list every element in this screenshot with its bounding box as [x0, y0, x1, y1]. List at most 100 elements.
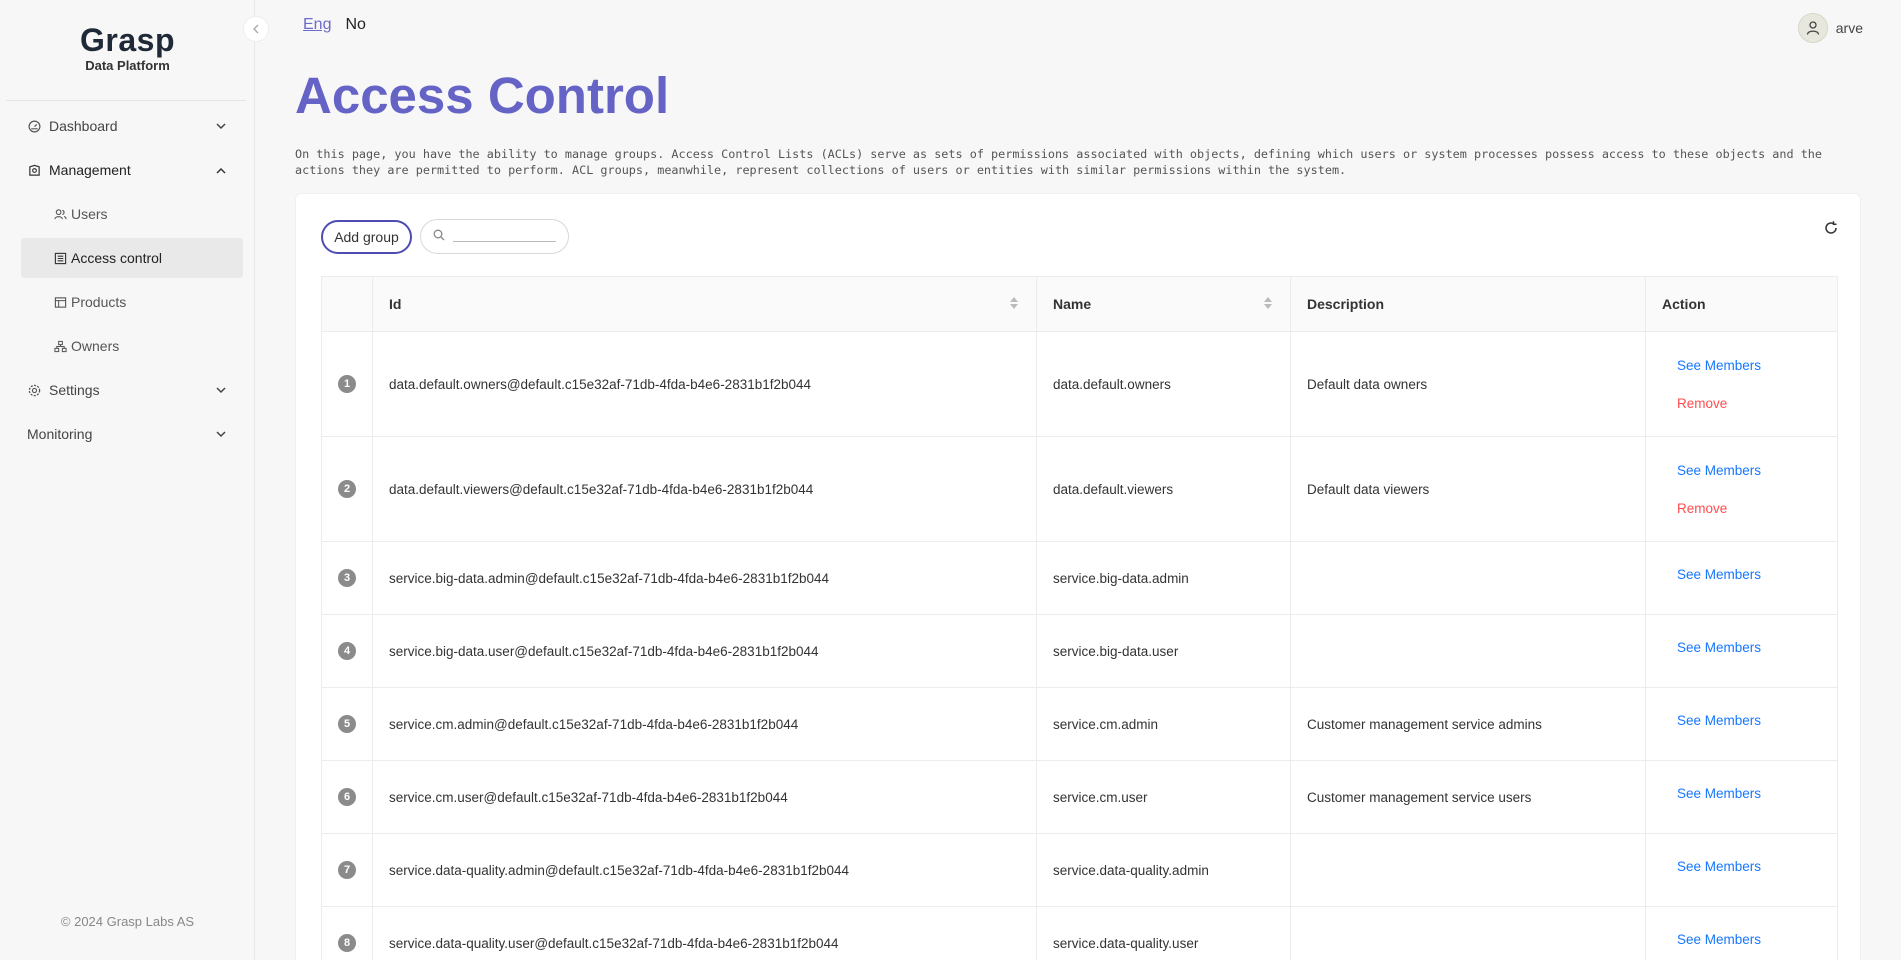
cell-description: [1290, 833, 1646, 907]
search-field[interactable]: [420, 219, 569, 254]
access-control-icon: [54, 252, 67, 265]
avatar: [1797, 13, 1828, 43]
cell-id: service.data-quality.user@default.c15e32…: [372, 906, 1037, 960]
cell-action: See Members: [1645, 906, 1838, 960]
cell-id: service.big-data.admin@default.c15e32af-…: [372, 541, 1037, 615]
sidebar-item-access-control[interactable]: Access control: [21, 238, 243, 278]
sidebar-item-users[interactable]: Users: [0, 192, 255, 236]
row-number-badge: 8: [338, 934, 356, 952]
row-index: 2: [321, 436, 373, 542]
see-members-link[interactable]: See Members: [1677, 859, 1837, 874]
cell-name: service.big-data.admin: [1036, 541, 1291, 615]
user-icon: [1806, 21, 1819, 35]
sidebar-nav: Dashboard Management Users Access contro…: [0, 104, 255, 456]
table-row: 5 service.cm.admin@default.c15e32af-71db…: [321, 687, 1838, 761]
cell-description: Default data viewers: [1290, 436, 1646, 542]
sidebar-item-management[interactable]: Management: [0, 148, 255, 192]
search-input[interactable]: [453, 241, 556, 242]
row-number-badge: 6: [338, 788, 356, 806]
sidebar-item-label: Monitoring: [27, 426, 93, 442]
cell-action: See Members: [1645, 687, 1838, 761]
management-icon: [27, 163, 41, 177]
sidebar-item-label: Access control: [71, 250, 163, 266]
username: arve: [1835, 20, 1863, 36]
cell-name: service.big-data.user: [1036, 614, 1291, 688]
sidebar-item-monitoring[interactable]: Monitoring: [0, 412, 255, 456]
table-row: 8 service.data-quality.user@default.c15e…: [321, 906, 1838, 960]
table-row: 4 service.big-data.user@default.c15e32af…: [321, 614, 1838, 688]
logo[interactable]: Grasp Data Platform: [0, 22, 255, 74]
cell-action: See Members: [1645, 760, 1838, 834]
lang-eng-link[interactable]: Eng: [303, 16, 331, 34]
cell-action: See Members Remove: [1645, 436, 1838, 542]
row-index: 6: [321, 760, 373, 834]
row-number-badge: 1: [338, 375, 356, 393]
row-index: 1: [321, 331, 373, 437]
cell-action: See Members Remove: [1645, 331, 1838, 437]
logo-subtitle: Data Platform: [85, 58, 170, 73]
cell-action: See Members: [1645, 541, 1838, 615]
cell-description: Customer management service admins: [1290, 687, 1646, 761]
see-members-link[interactable]: See Members: [1677, 786, 1837, 801]
users-icon: [54, 208, 67, 221]
cell-description: [1290, 614, 1646, 688]
row-number-badge: 3: [338, 569, 356, 587]
column-header-label: Id: [389, 296, 402, 312]
sidebar-item-label: Settings: [49, 382, 100, 398]
page-title: Access Control: [295, 67, 670, 124]
see-members-link[interactable]: See Members: [1677, 932, 1837, 947]
sidebar-item-owners[interactable]: Owners: [0, 324, 255, 368]
table-row: 6 service.cm.user@default.c15e32af-71db-…: [321, 760, 1838, 834]
sidebar-item-dashboard[interactable]: Dashboard: [0, 104, 255, 148]
lang-no-link[interactable]: No: [345, 16, 365, 34]
cell-id: service.data-quality.admin@default.c15e3…: [372, 833, 1037, 907]
cell-name: data.default.owners: [1036, 331, 1291, 437]
row-index: 4: [321, 614, 373, 688]
refresh-button[interactable]: [1822, 219, 1840, 237]
see-members-link[interactable]: See Members: [1677, 713, 1837, 728]
row-index: 7: [321, 833, 373, 907]
cell-name: service.data-quality.user: [1036, 906, 1291, 960]
cell-id: service.cm.user@default.c15e32af-71db-4f…: [372, 760, 1037, 834]
table-row: 7 service.data-quality.admin@default.c15…: [321, 833, 1838, 907]
dashboard-icon: [27, 119, 41, 133]
row-index: 8: [321, 906, 373, 960]
collapse-sidebar-button[interactable]: [243, 16, 269, 42]
cell-action: See Members: [1645, 614, 1838, 688]
sidebar-divider: [6, 100, 246, 101]
column-header-label: Description: [1307, 296, 1385, 312]
cell-name: data.default.viewers: [1036, 436, 1291, 542]
sidebar-item-products[interactable]: Products: [0, 280, 255, 324]
chevron-down-icon: [215, 384, 227, 396]
table-row: 1 data.default.owners@default.c15e32af-7…: [321, 331, 1838, 437]
column-header-description: Description: [1290, 276, 1646, 332]
column-header-id[interactable]: Id: [372, 276, 1037, 332]
cell-name: service.cm.admin: [1036, 687, 1291, 761]
table-row: 2 data.default.viewers@default.c15e32af-…: [321, 436, 1838, 542]
see-members-link[interactable]: See Members: [1677, 567, 1837, 582]
cell-description: Default data owners: [1290, 331, 1646, 437]
see-members-link[interactable]: See Members: [1677, 640, 1837, 655]
cell-id: service.big-data.user@default.c15e32af-7…: [372, 614, 1037, 688]
chevron-down-icon: [215, 428, 227, 440]
sidebar-item-settings[interactable]: Settings: [0, 368, 255, 412]
chevron-left-icon: [253, 24, 259, 34]
search-icon: [433, 228, 445, 246]
remove-link[interactable]: Remove: [1677, 396, 1837, 411]
cell-id: data.default.owners@default.c15e32af-71d…: [372, 331, 1037, 437]
column-header-label: Action: [1662, 296, 1706, 312]
sort-icon[interactable]: [1264, 297, 1272, 309]
see-members-link[interactable]: See Members: [1677, 358, 1837, 373]
language-switcher: Eng No: [303, 16, 366, 34]
sidebar-item-label: Owners: [71, 338, 120, 354]
copyright-footer: © 2024 Grasp Labs AS: [60, 914, 195, 929]
add-group-button[interactable]: Add group: [321, 220, 412, 254]
user-menu[interactable]: arve: [1797, 13, 1863, 43]
sidebar-item-label: Users: [71, 206, 108, 222]
cell-description: [1290, 906, 1646, 960]
sort-icon[interactable]: [1010, 297, 1018, 309]
row-number-badge: 2: [338, 480, 356, 498]
column-header-name[interactable]: Name: [1036, 276, 1291, 332]
remove-link[interactable]: Remove: [1677, 501, 1837, 516]
see-members-link[interactable]: See Members: [1677, 463, 1837, 478]
